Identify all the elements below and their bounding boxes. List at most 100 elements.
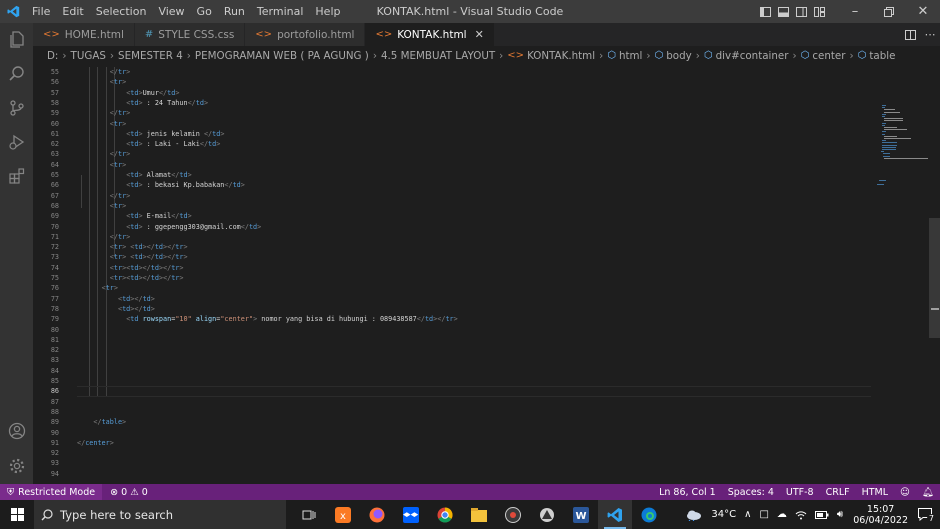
code-line[interactable]: 70 <td> : ggepengg303@gmail.com</td>	[33, 222, 873, 232]
close-tab-icon[interactable]: ✕	[475, 28, 484, 41]
code-line[interactable]: 56 <tr>	[33, 77, 873, 87]
code-line[interactable]: 67 </tr>	[33, 191, 873, 201]
code-line[interactable]: 87	[33, 397, 873, 407]
code-line[interactable]: 65 <td> Alamat</td>	[33, 170, 873, 180]
restore-icon[interactable]	[872, 0, 906, 23]
explorer-icon[interactable]	[0, 23, 33, 57]
menu-go[interactable]: Go	[191, 5, 218, 18]
code-line[interactable]: 84	[33, 366, 873, 376]
menu-edit[interactable]: Edit	[56, 5, 89, 18]
volume-icon[interactable]: 🔊︎	[833, 509, 847, 520]
code-editor[interactable]: 55 </tr> 56 <tr> 57 <td>Umur</td> 58 <td> : 24 …	[33, 65, 873, 484]
end-of-line[interactable]: CRLF	[820, 487, 856, 498]
account-icon[interactable]	[0, 414, 33, 448]
menu-file[interactable]: File	[26, 5, 56, 18]
code-line[interactable]: 61 <td> jenis kelamin </td>	[33, 129, 873, 139]
code-line[interactable]: 55 </tr>	[33, 67, 873, 77]
breadcrumb-item[interactable]: html	[619, 50, 642, 62]
extensions-icon[interactable]	[0, 159, 33, 193]
indentation[interactable]: Spaces: 4	[722, 487, 780, 498]
close-window-icon[interactable]: ✕	[906, 0, 940, 23]
wifi-icon[interactable]	[791, 510, 811, 520]
toggle-panel-icon[interactable]	[774, 0, 792, 23]
word-icon[interactable]: W	[564, 500, 598, 529]
code-line[interactable]: 74 <tr><td></td></tr>	[33, 263, 873, 273]
toggle-secondary-sidebar-icon[interactable]	[792, 0, 810, 23]
code-line[interactable]: 85	[33, 376, 873, 386]
meet-now-icon[interactable]: □	[755, 509, 772, 520]
cursor-position[interactable]: Ln 86, Col 1	[653, 487, 722, 498]
taskbar-search-box[interactable]: Type here to search	[34, 500, 286, 529]
code-line[interactable]: 80	[33, 325, 873, 335]
code-line[interactable]: 63 </tr>	[33, 149, 873, 159]
code-line[interactable]: 94	[33, 469, 873, 479]
code-line[interactable]: 76 <tr>	[33, 283, 873, 293]
onedrive-cloud-icon[interactable]: ☁	[773, 509, 791, 520]
more-actions-icon[interactable]: ⋯	[920, 28, 940, 41]
problems-indicator[interactable]: ⊗ 0 ⚠ 0	[102, 487, 156, 498]
code-line[interactable]: 57 <td>Umur</td>	[33, 88, 873, 98]
breadcrumb-item[interactable]: div#container	[716, 50, 789, 62]
chevron-up-icon[interactable]: ∧	[740, 509, 755, 520]
temperature[interactable]: 34°C	[707, 509, 740, 520]
code-line[interactable]: 78 <td></td>	[33, 304, 873, 314]
xampp-icon[interactable]: x	[326, 500, 360, 529]
task-view-icon[interactable]	[292, 500, 326, 529]
tab-portofolio-html[interactable]: <> portofolio.html	[245, 23, 366, 46]
code-line[interactable]: 75 <tr><td></td></tr>	[33, 273, 873, 283]
toggle-sidebar-icon[interactable]	[756, 0, 774, 23]
code-line[interactable]: 89 </table>	[33, 417, 873, 427]
split-editor-icon[interactable]	[900, 29, 920, 40]
tab-home-html[interactable]: <> HOME.html	[33, 23, 135, 46]
tab-kontak-html[interactable]: <> KONTAK.html ✕	[365, 23, 495, 46]
code-line[interactable]: 81	[33, 335, 873, 345]
notifications-bell-icon[interactable]: 🔔︎	[916, 487, 940, 498]
scrollbar-thumb[interactable]	[929, 218, 940, 338]
menu-help[interactable]: Help	[309, 5, 346, 18]
breadcrumb-item[interactable]: table	[869, 50, 895, 62]
run-debug-icon[interactable]	[0, 125, 33, 159]
breadcrumb-item[interactable]: PEMOGRAMAN WEB ( PA AGUNG )	[195, 50, 369, 62]
search-icon[interactable]	[0, 57, 33, 91]
code-line[interactable]: 64 <tr>	[33, 160, 873, 170]
code-line[interactable]: 68 <tr>	[33, 201, 873, 211]
breadcrumb-item[interactable]: D:	[47, 50, 58, 62]
code-line[interactable]: 88	[33, 407, 873, 417]
windows-start-icon[interactable]	[0, 500, 34, 529]
file-explorer-icon[interactable]	[462, 500, 496, 529]
breadcrumb-item[interactable]: body	[666, 50, 691, 62]
code-line[interactable]: 77 <td></td>	[33, 294, 873, 304]
minimap[interactable]	[873, 65, 929, 484]
menu-terminal[interactable]: Terminal	[251, 5, 310, 18]
minimize-icon[interactable]: –	[838, 0, 872, 23]
breadcrumb-item[interactable]: 4.5 MEMBUAT LAYOUT	[381, 50, 495, 62]
chrome-icon[interactable]	[428, 500, 462, 529]
breadcrumb-item[interactable]: SEMESTER 4	[118, 50, 183, 62]
notification-center-icon[interactable]: 7	[914, 508, 940, 523]
edge-icon[interactable]	[632, 500, 666, 529]
breadcrumb-item[interactable]: center	[812, 50, 845, 62]
tab-style-css[interactable]: # STYLE CSS.css	[134, 23, 246, 46]
dropbox-icon[interactable]	[394, 500, 428, 529]
code-line[interactable]: 66 <td> : bekasi Kp.babakan</td>	[33, 180, 873, 190]
code-line[interactable]: 73 <tr> <td></td></tr>	[33, 252, 873, 262]
code-line[interactable]: 93	[33, 458, 873, 468]
menu-selection[interactable]: Selection	[90, 5, 153, 18]
battery-icon[interactable]	[811, 510, 833, 519]
code-line[interactable]: 59 </tr>	[33, 108, 873, 118]
code-line[interactable]: 72 <tr> <td></td></tr>	[33, 242, 873, 252]
code-line[interactable]: 90	[33, 428, 873, 438]
menu-view[interactable]: View	[152, 5, 190, 18]
settings-gear-icon[interactable]	[0, 449, 33, 483]
code-line[interactable]: 83	[33, 355, 873, 365]
clock[interactable]: 15:07 06/04/2022	[847, 504, 914, 526]
vscode-taskbar-icon[interactable]	[598, 500, 632, 529]
code-line[interactable]: 79 <td rowspan="10" align="center"> nomor…	[33, 314, 873, 324]
code-line[interactable]: 86	[33, 386, 873, 397]
breadcrumb-item[interactable]: KONTAK.html	[527, 50, 595, 62]
code-line[interactable]: 69 <td> E-mail</td>	[33, 211, 873, 221]
media-player-icon[interactable]	[496, 500, 530, 529]
menu-run[interactable]: Run	[218, 5, 251, 18]
language-mode[interactable]: HTML	[856, 487, 894, 498]
code-line[interactable]: 91 </center>	[33, 438, 873, 448]
